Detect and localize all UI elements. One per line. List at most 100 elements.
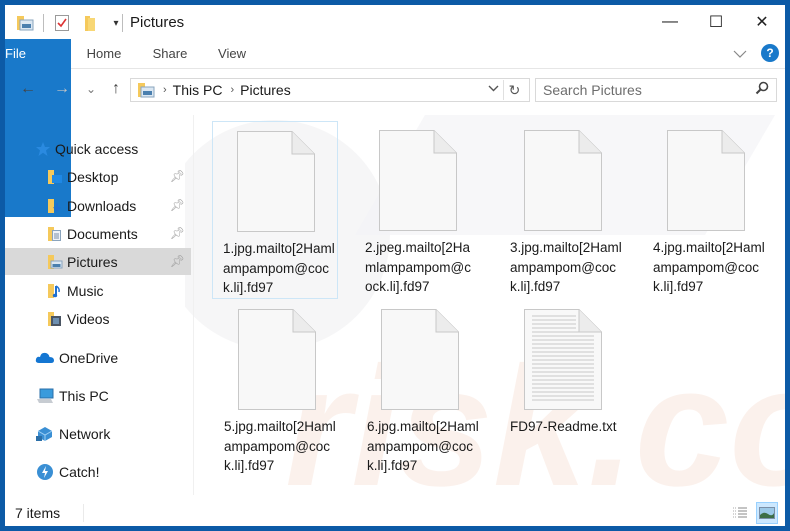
sidebar-item-label: Quick access xyxy=(55,140,139,157)
properties-icon[interactable] xyxy=(52,13,72,33)
computer-icon xyxy=(35,388,55,404)
address-bar[interactable]: › This PC › Pictures ↻ xyxy=(130,78,530,102)
sidebar-item-quick-access[interactable]: Quick access xyxy=(5,135,191,162)
file-name: 1.jpg.mailto[2Hamlampampom@cock.li].fd97 xyxy=(223,241,335,295)
sidebar-item-catch[interactable]: Catch! xyxy=(5,458,191,485)
file-item[interactable]: 5.jpg.mailto[2Hamlampampom@cock.li].fd97 xyxy=(214,300,340,478)
navigation-pane: Quick access Desktop 📌︎ Downloads 📌︎ Doc… xyxy=(5,115,191,495)
status-bar: 7 items xyxy=(5,500,785,526)
sidebar-item-desktop[interactable]: Desktop 📌︎ xyxy=(5,163,191,190)
sidebar-item-music[interactable]: Music xyxy=(5,277,191,304)
breadcrumb-chevron-icon[interactable]: › xyxy=(163,84,167,96)
tab-share[interactable]: Share xyxy=(147,39,193,69)
file-item[interactable]: 3.jpg.mailto[2Hamlampampom@cock.li].fd97 xyxy=(500,121,626,299)
ribbon-right-controls: ? xyxy=(733,44,779,62)
details-view-button[interactable] xyxy=(729,502,751,524)
sidebar-item-label: Catch! xyxy=(59,463,100,480)
pictures-folder-icon xyxy=(47,254,63,270)
documents-folder-icon xyxy=(47,226,63,242)
file-item[interactable]: 2.jpeg.mailto[2Hamlampampom@cock.li].fd9… xyxy=(355,121,481,299)
refresh-icon[interactable]: ↻ xyxy=(503,80,525,100)
file-name: FD97-Readme.txt xyxy=(510,419,617,434)
file-name: 4.jpg.mailto[2Hamlampampom@cock.li].fd97 xyxy=(653,240,765,294)
navigation-bar: ← → ⌄ ↑ › This PC › Pictures ↻ Search Pi… xyxy=(5,69,785,109)
file-explorer-window: ▾ Pictures — ☐ ✕ File Home Share View ? … xyxy=(5,5,785,526)
blank-file-icon xyxy=(379,130,457,231)
file-name: 5.jpg.mailto[2Hamlampampom@cock.li].fd97 xyxy=(224,419,336,473)
network-icon xyxy=(35,426,55,442)
back-button[interactable]: ← xyxy=(18,79,38,99)
catch-icon xyxy=(35,463,55,480)
toolbar-separator xyxy=(43,14,44,32)
sidebar-item-videos[interactable]: Videos xyxy=(5,305,191,332)
star-icon xyxy=(35,141,51,157)
sidebar-item-label: Network xyxy=(59,425,111,442)
pin-icon[interactable]: 📌︎ xyxy=(170,226,185,240)
maximize-button[interactable]: ☐ xyxy=(693,5,739,39)
sidebar-item-label: OneDrive xyxy=(59,349,119,366)
minimize-button[interactable]: — xyxy=(647,5,693,39)
quick-access-toolbar: ▾ xyxy=(15,13,126,33)
address-dropdown-icon[interactable] xyxy=(488,83,499,95)
status-separator xyxy=(83,504,84,522)
breadcrumb-this-pc[interactable]: This PC xyxy=(173,82,223,98)
pictures-folder-icon[interactable] xyxy=(15,13,35,33)
file-item[interactable]: FD97-Readme.txt xyxy=(500,300,626,478)
sidebar-item-label: Videos xyxy=(67,310,110,327)
help-icon[interactable]: ? xyxy=(761,44,779,62)
large-icons-view-icon xyxy=(759,507,775,519)
sidebar-item-documents[interactable]: Documents 📌︎ xyxy=(5,220,191,247)
file-name: 6.jpg.mailto[2Hamlampampom@cock.li].fd97 xyxy=(367,419,479,473)
desktop-folder-icon xyxy=(47,169,63,185)
file-item[interactable]: 4.jpg.mailto[2Hamlampampom@cock.li].fd97 xyxy=(643,121,769,299)
search-icon[interactable] xyxy=(755,81,769,98)
sidebar-item-label: Desktop xyxy=(67,168,119,185)
sidebar-item-label: Downloads xyxy=(67,197,137,214)
breadcrumb-pictures[interactable]: Pictures xyxy=(240,82,291,98)
file-name: 3.jpg.mailto[2Hamlampampom@cock.li].fd97 xyxy=(510,240,622,294)
onedrive-icon xyxy=(35,350,55,366)
tab-home[interactable]: Home xyxy=(81,39,127,69)
blank-file-icon xyxy=(667,130,745,231)
pane-divider[interactable] xyxy=(193,115,194,495)
music-folder-icon xyxy=(47,283,63,299)
text-file-icon xyxy=(524,309,602,410)
title-bar: ▾ Pictures — ☐ ✕ xyxy=(5,5,785,39)
details-view-icon xyxy=(733,507,747,518)
window-title: Pictures xyxy=(130,14,185,31)
sidebar-item-label: Documents xyxy=(67,225,138,242)
search-box[interactable]: Search Pictures xyxy=(535,78,777,102)
sidebar-item-this-pc[interactable]: This PC xyxy=(5,382,191,409)
new-folder-icon[interactable] xyxy=(80,13,100,33)
blank-file-icon xyxy=(524,130,602,231)
sidebar-item-pictures[interactable]: Pictures 📌︎ xyxy=(5,248,191,275)
blank-file-icon xyxy=(237,131,315,232)
forward-button[interactable]: → xyxy=(52,79,72,99)
up-button[interactable]: ↑ xyxy=(106,79,126,99)
tab-view[interactable]: View xyxy=(212,39,252,69)
file-item[interactable]: 1.jpg.mailto[2Hamlampampom@cock.li].fd97 xyxy=(212,121,338,299)
pin-icon[interactable]: 📌︎ xyxy=(170,198,185,212)
sidebar-item-downloads[interactable]: Downloads 📌︎ xyxy=(5,192,191,219)
downloads-folder-icon xyxy=(47,198,63,214)
file-name: 2.jpeg.mailto[2Hamlampampom@cock.li].fd9… xyxy=(365,240,471,294)
title-separator xyxy=(122,14,123,32)
search-input[interactable]: Search Pictures xyxy=(543,82,642,98)
file-list: 1.jpg.mailto[2Hamlampampom@cock.li].fd97… xyxy=(200,115,785,495)
sidebar-item-network[interactable]: Network xyxy=(5,420,191,447)
file-item[interactable]: 6.jpg.mailto[2Hamlampampom@cock.li].fd97 xyxy=(357,300,483,478)
large-icons-view-button[interactable] xyxy=(756,502,778,524)
pictures-location-icon xyxy=(137,82,155,98)
sidebar-item-label: Music xyxy=(67,282,104,299)
pin-icon[interactable]: 📌︎ xyxy=(170,169,185,183)
pin-icon[interactable]: 📌︎ xyxy=(170,254,185,268)
close-button[interactable]: ✕ xyxy=(739,5,785,39)
breadcrumb-chevron-icon[interactable]: › xyxy=(230,84,234,96)
ribbon-tabs: File Home Share View ? xyxy=(5,39,785,217)
expand-ribbon-icon[interactable] xyxy=(733,46,747,61)
blank-file-icon xyxy=(381,309,459,410)
sidebar-item-onedrive[interactable]: OneDrive xyxy=(5,344,191,371)
customize-toolbar-icon[interactable]: ▾ xyxy=(106,13,126,33)
recent-locations-button[interactable]: ⌄ xyxy=(81,79,101,99)
videos-folder-icon xyxy=(47,311,63,327)
